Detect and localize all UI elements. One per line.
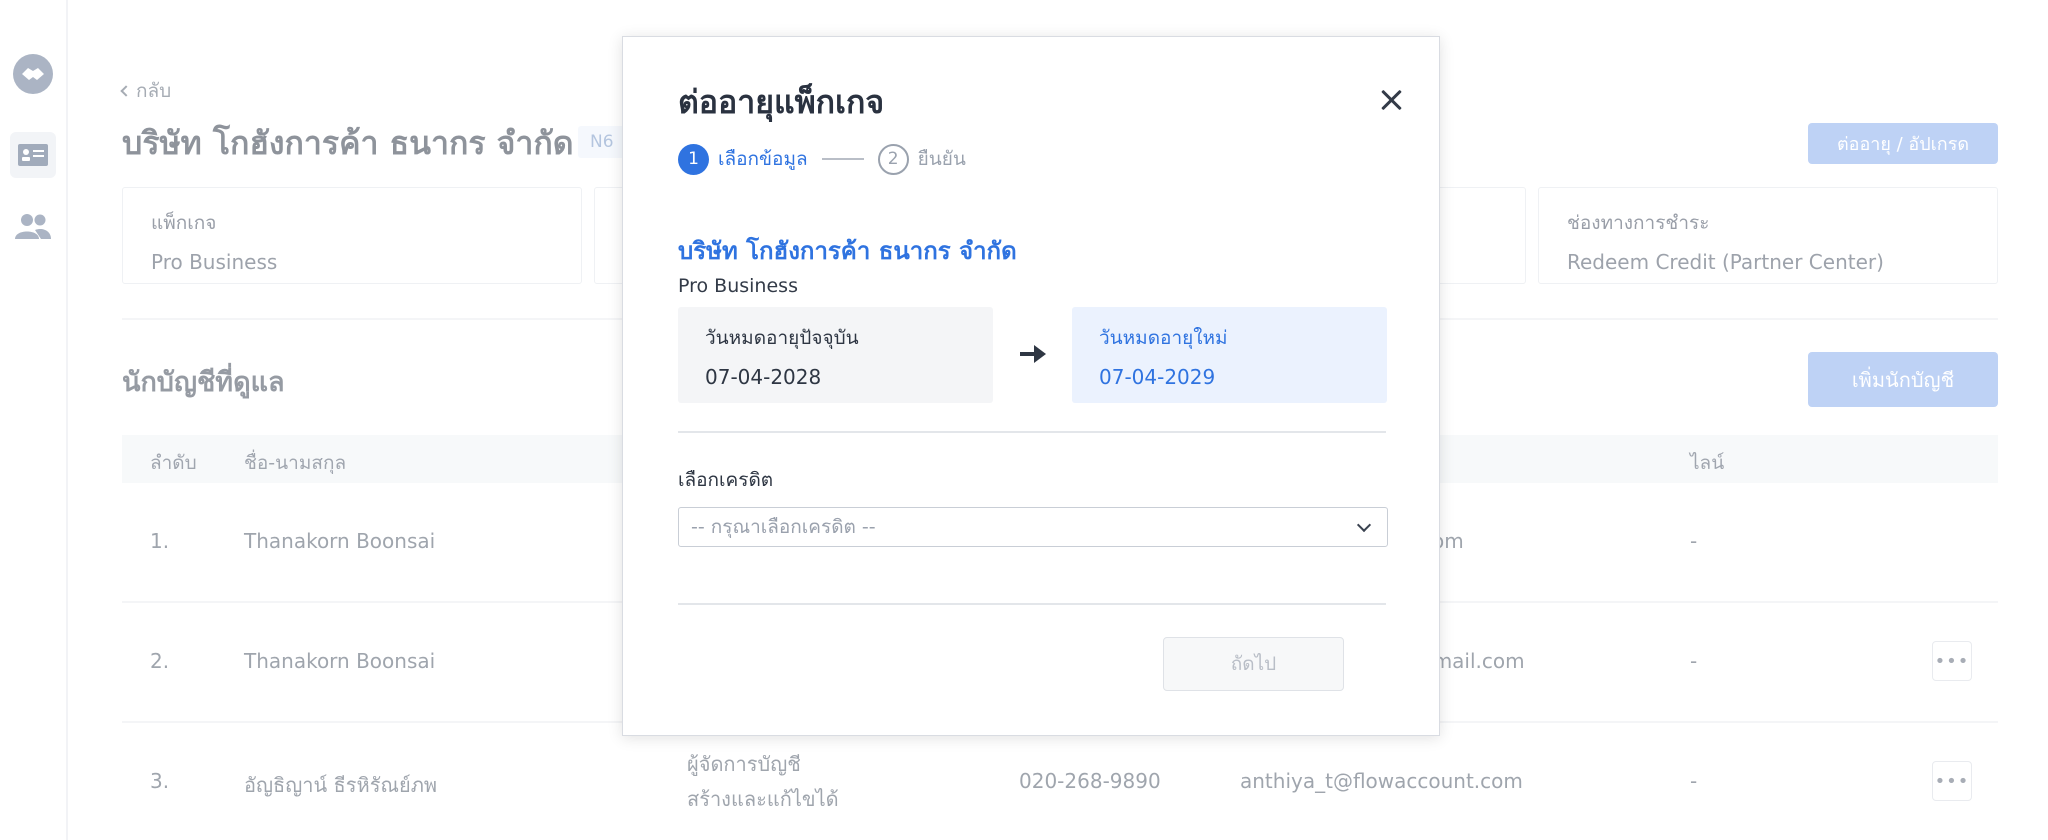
- new-expiry-label: วันหมดอายุใหม่: [1099, 327, 1228, 349]
- renew-package-modal: ต่ออายุแพ็กเกจ 1 เลือกข้อมูล 2 ยืนยัน บร…: [622, 36, 1440, 736]
- new-expiry-box: วันหมดอายุใหม่ 07-04-2029: [1072, 307, 1387, 403]
- step-connector: [821, 158, 864, 160]
- current-expiry-box: วันหมดอายุปัจจุบัน 07-04-2028: [678, 307, 993, 403]
- step-2-label: ยืนยัน: [917, 148, 966, 170]
- package-name: Pro Business: [678, 275, 798, 297]
- current-expiry-label: วันหมดอายุปัจจุบัน: [705, 327, 859, 349]
- credit-select-placeholder: -- กรุณาเลือกเครดิต --: [691, 516, 876, 538]
- credit-select[interactable]: -- กรุณาเลือกเครดิต --: [678, 507, 1388, 547]
- divider: [678, 431, 1386, 433]
- divider: [678, 603, 1386, 605]
- company-name: บริษัท โกฮังการค้า ธนากร จำกัด: [678, 237, 1017, 265]
- arrow-right-icon: [1020, 345, 1046, 363]
- stepper: 1 เลือกข้อมูล 2 ยืนยัน: [678, 143, 966, 175]
- modal-title: ต่ออายุแพ็กเกจ: [678, 83, 885, 121]
- step-1-number: 1: [678, 143, 709, 175]
- close-icon[interactable]: [1376, 85, 1406, 115]
- new-expiry-value: 07-04-2029: [1099, 365, 1216, 389]
- current-expiry-value: 07-04-2028: [705, 365, 822, 389]
- step-1-label: เลือกข้อมูล: [718, 148, 808, 170]
- credit-label: เลือกเครดิต: [678, 469, 774, 491]
- step-2-number: 2: [877, 143, 909, 175]
- next-button[interactable]: ถัดไป: [1163, 637, 1344, 691]
- chevron-down-icon: [1356, 517, 1372, 533]
